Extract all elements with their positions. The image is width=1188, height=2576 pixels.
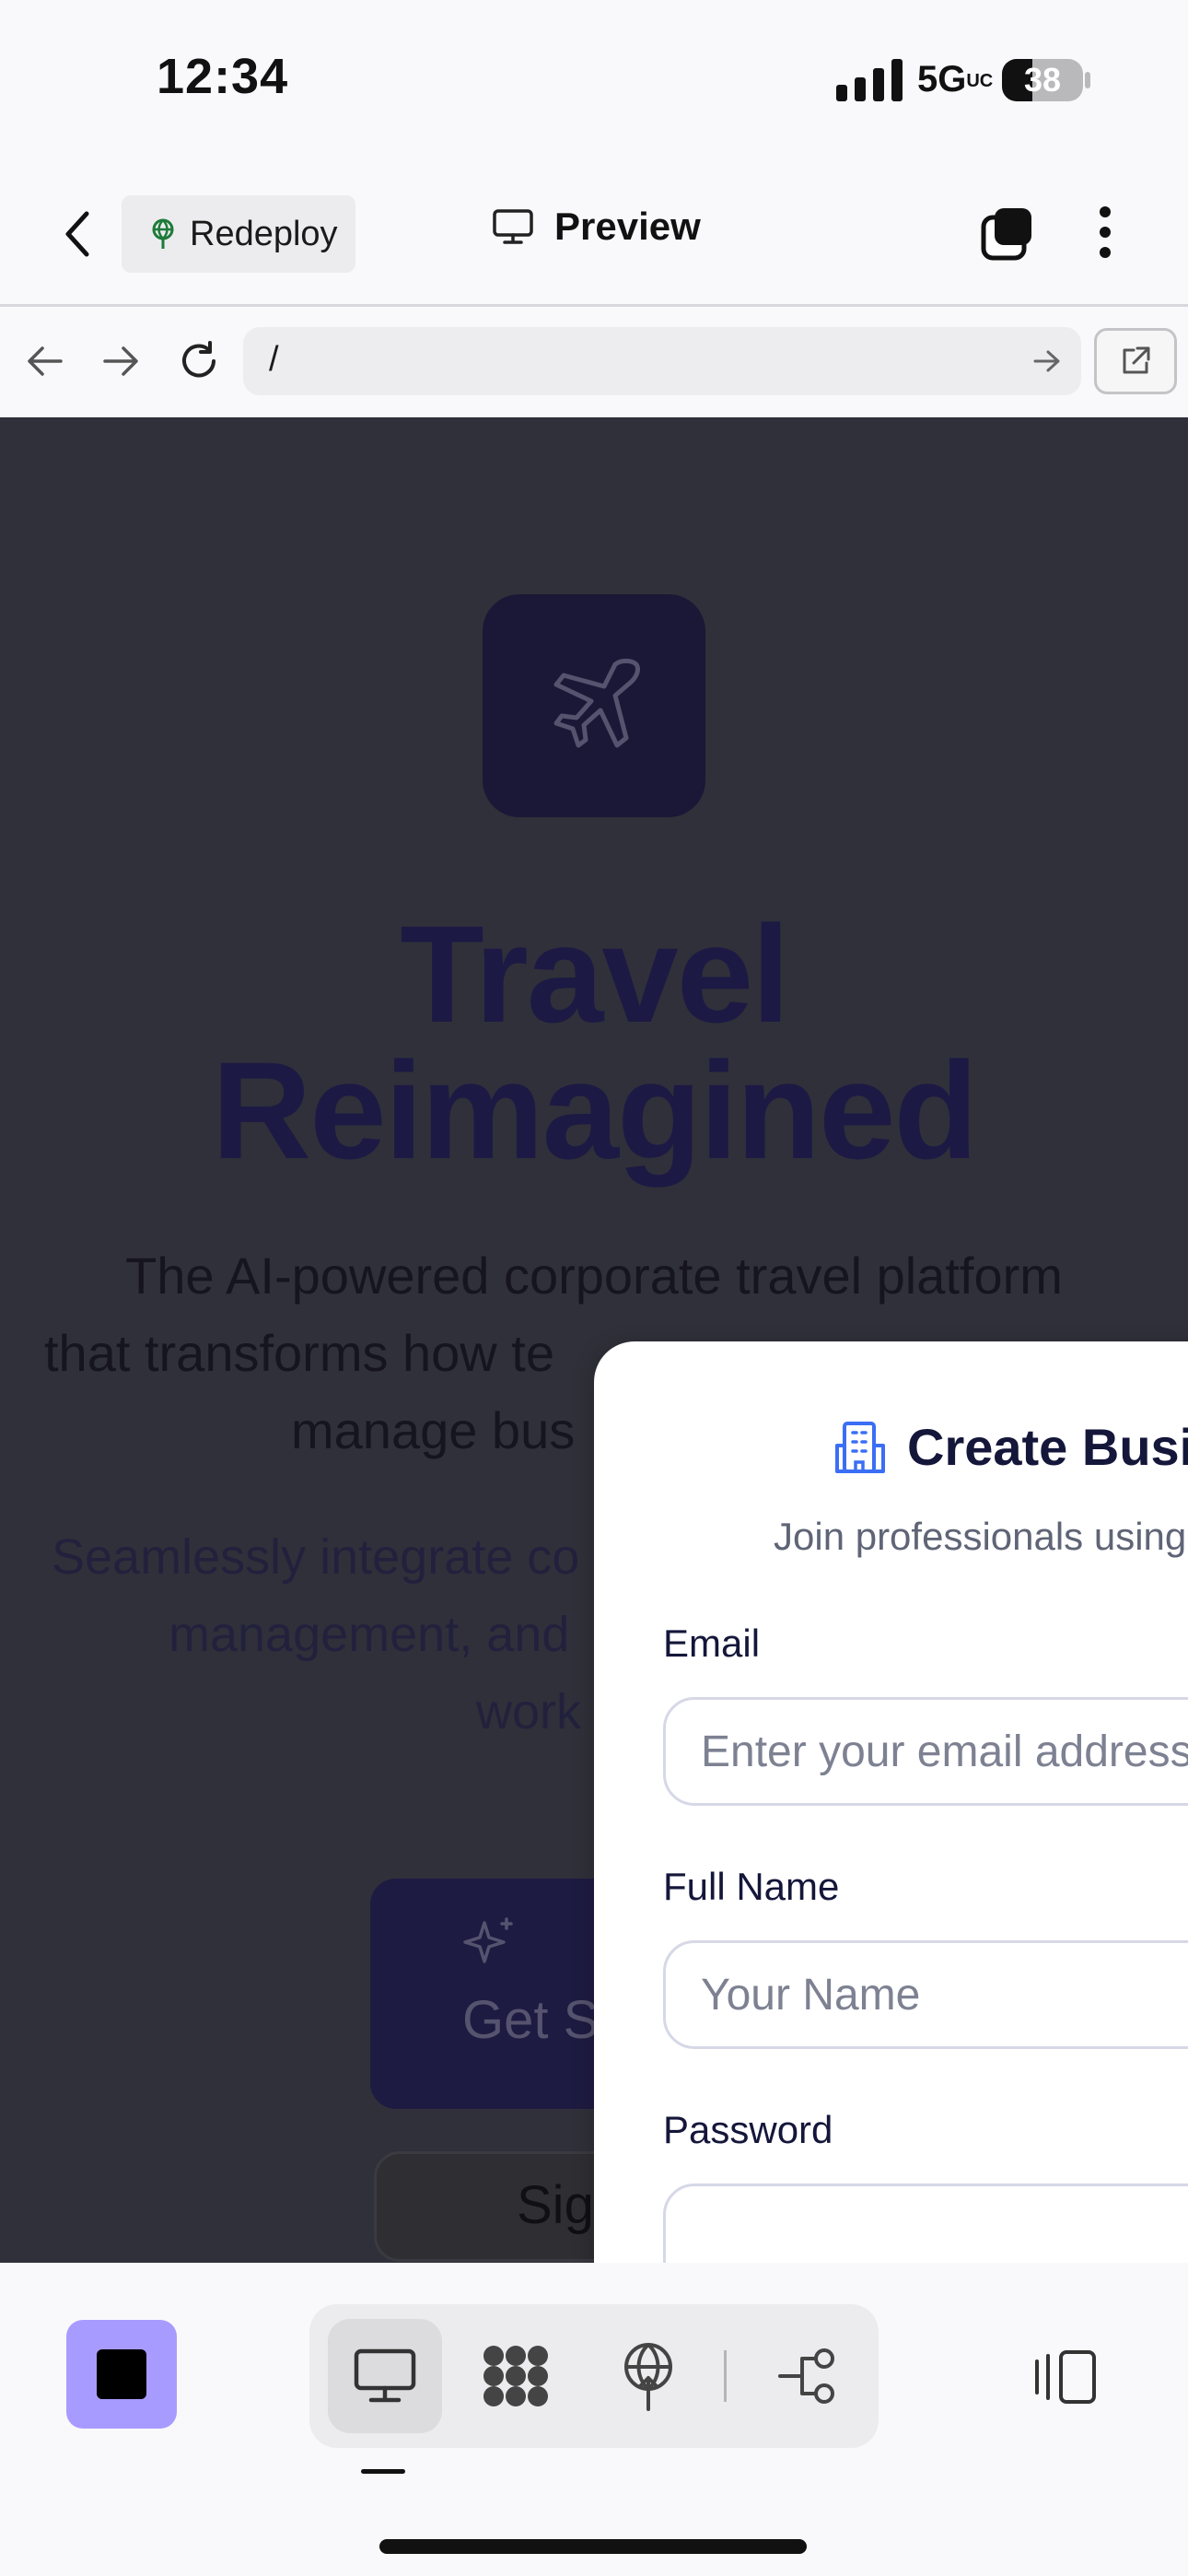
toolbar-separator <box>724 2350 727 2402</box>
go-arrow-icon[interactable] <box>1033 349 1061 373</box>
full-name-field[interactable]: Your Name <box>663 1940 1188 2049</box>
grid-blob-icon <box>483 2346 548 2406</box>
desktop-icon <box>354 2348 416 2403</box>
battery-percent: 38 <box>1023 61 1062 99</box>
battery-cap <box>1085 72 1090 88</box>
airplane-icon <box>553 658 640 748</box>
email-field[interactable]: Enter your email address <box>663 1697 1188 1806</box>
sign-in-label: Sig <box>517 2175 594 2235</box>
globe-deploy-icon <box>624 2343 672 2411</box>
open-external-button[interactable] <box>1094 328 1177 394</box>
building-icon <box>835 1421 885 1473</box>
app-screen: 12:34 5GUC 38 Redeploy Preview / Travel … <box>0 0 1188 2576</box>
external-link-icon <box>1123 346 1150 374</box>
redeploy-label: Redeploy <box>190 214 338 253</box>
get-started-label: Get St <box>462 1990 614 2050</box>
preview-label: Preview <box>554 205 701 248</box>
email-label: Email <box>663 1622 761 1665</box>
deploy-view-button[interactable] <box>591 2319 705 2433</box>
sparkle-icon <box>463 1917 513 1963</box>
active-tab-indicator <box>361 2469 405 2474</box>
redeploy-button[interactable]: Redeploy <box>122 195 355 273</box>
hero-subtitle-line1: The AI-powered corporate travel platform <box>125 1247 1063 1305</box>
more-vertical-icon[interactable] <box>1092 205 1118 260</box>
workflow-view-button[interactable] <box>751 2319 866 2433</box>
stop-icon <box>97 2349 146 2399</box>
password-label: Password <box>663 2108 833 2151</box>
modal-subtitle: Join professionals using <box>774 1515 1187 1558</box>
full-name-label: Full Name <box>663 1865 840 1908</box>
panel-toggle-button[interactable] <box>1030 2340 1103 2414</box>
network-type: 5G <box>917 59 967 100</box>
battery-indicator: 38 <box>1002 59 1083 101</box>
browser-forward-icon[interactable] <box>101 345 140 378</box>
create-account-modal: Create Busin Join professionals using Em… <box>594 1341 1188 2355</box>
url-bar[interactable]: / <box>243 327 1081 395</box>
preview-title: Preview <box>492 205 701 249</box>
back-arrow-icon[interactable] <box>61 210 94 258</box>
email-placeholder: Enter your email address <box>701 1727 1188 1776</box>
preview-view-button[interactable] <box>328 2319 442 2433</box>
reload-icon[interactable] <box>177 339 221 383</box>
monitor-icon <box>493 209 533 244</box>
hero-title-line1: Travel <box>400 896 790 1051</box>
view-switcher <box>309 2304 879 2448</box>
modal-header: Create Busin <box>833 1417 1188 1477</box>
url-text: / <box>269 340 279 379</box>
apps-view-button[interactable] <box>459 2319 573 2433</box>
signal-icon <box>836 59 903 101</box>
topbar-divider <box>0 304 1188 307</box>
hero-title: Travel Reimagined <box>0 896 1188 1188</box>
panel-icon <box>1035 2350 1096 2404</box>
logo-tile <box>483 594 705 817</box>
tabs-icon[interactable] <box>978 205 1035 262</box>
full-name-placeholder: Your Name <box>701 1970 921 2020</box>
stop-button[interactable] <box>66 2320 177 2429</box>
network-suffix: UC <box>966 71 994 92</box>
globe-deploy-icon <box>152 218 174 249</box>
status-time: 12:34 <box>157 49 289 104</box>
network-label: 5GUC <box>917 59 994 100</box>
home-indicator <box>379 2539 807 2554</box>
workflow-icon <box>778 2348 834 2404</box>
modal-title: Create Busin <box>907 1418 1188 1476</box>
browser-back-icon[interactable] <box>26 345 64 378</box>
hero-title-line2: Reimagined <box>211 1033 978 1188</box>
